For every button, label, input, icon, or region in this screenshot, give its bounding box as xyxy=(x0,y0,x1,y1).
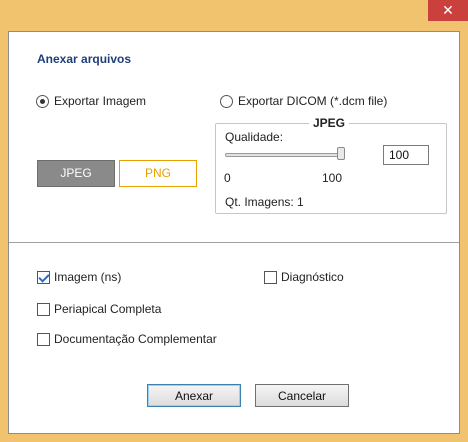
checkbox-unchecked-icon xyxy=(264,270,277,284)
cancel-button[interactable]: Cancelar xyxy=(255,384,349,407)
checkbox-imagem-label: Imagem (ns) xyxy=(54,270,122,284)
close-icon: ✕ xyxy=(442,2,454,18)
checkbox-unchecked-icon xyxy=(37,302,50,316)
attach-button[interactable]: Anexar xyxy=(147,384,241,407)
jpeg-group-title: JPEG xyxy=(309,116,350,130)
checkbox-diagnostico-label: Diagnóstico xyxy=(281,270,344,284)
export-dicom-label: Exportar DICOM (*.dcm file) xyxy=(238,94,388,108)
quality-label: Qualidade: xyxy=(225,130,284,144)
png-format-button[interactable]: PNG xyxy=(119,160,197,187)
checkbox-periapical-label: Periapical Completa xyxy=(54,302,162,316)
quality-slider-track[interactable] xyxy=(225,153,343,157)
quality-input[interactable] xyxy=(383,145,429,165)
checkbox-diagnostico[interactable]: Diagnóstico xyxy=(264,270,344,284)
dialog-content: Anexar arquivos Exportar Imagem Exportar… xyxy=(8,31,460,434)
checkbox-periapical[interactable]: Periapical Completa xyxy=(37,302,161,316)
radio-checked-icon xyxy=(36,94,49,108)
checkbox-documentacao-label: Documentação Complementar xyxy=(54,332,217,346)
quality-slider-thumb[interactable] xyxy=(337,147,345,160)
export-image-label: Exportar Imagem xyxy=(54,94,147,108)
checkbox-unchecked-icon xyxy=(37,332,50,346)
dialog-window: ✕ Anexar arquivos Exportar Imagem Export… xyxy=(0,0,468,442)
export-dicom-radio[interactable]: Exportar DICOM (*.dcm file) xyxy=(220,94,387,108)
section-title: Anexar arquivos xyxy=(37,52,132,66)
checkbox-checked-icon xyxy=(37,270,50,284)
images-count-label: Qt. Imagens: 1 xyxy=(225,195,304,209)
export-image-radio[interactable]: Exportar Imagem xyxy=(36,94,146,108)
close-button[interactable]: ✕ xyxy=(428,0,468,21)
slider-min-label: 0 xyxy=(224,171,231,185)
slider-max-label: 100 xyxy=(322,171,343,185)
checkbox-documentacao[interactable]: Documentação Complementar xyxy=(37,332,217,346)
checkbox-imagem[interactable]: Imagem (ns) xyxy=(37,270,121,284)
jpeg-format-button[interactable]: JPEG xyxy=(37,160,115,187)
title-bar: ✕ xyxy=(0,0,468,30)
radio-unchecked-icon xyxy=(220,94,233,108)
